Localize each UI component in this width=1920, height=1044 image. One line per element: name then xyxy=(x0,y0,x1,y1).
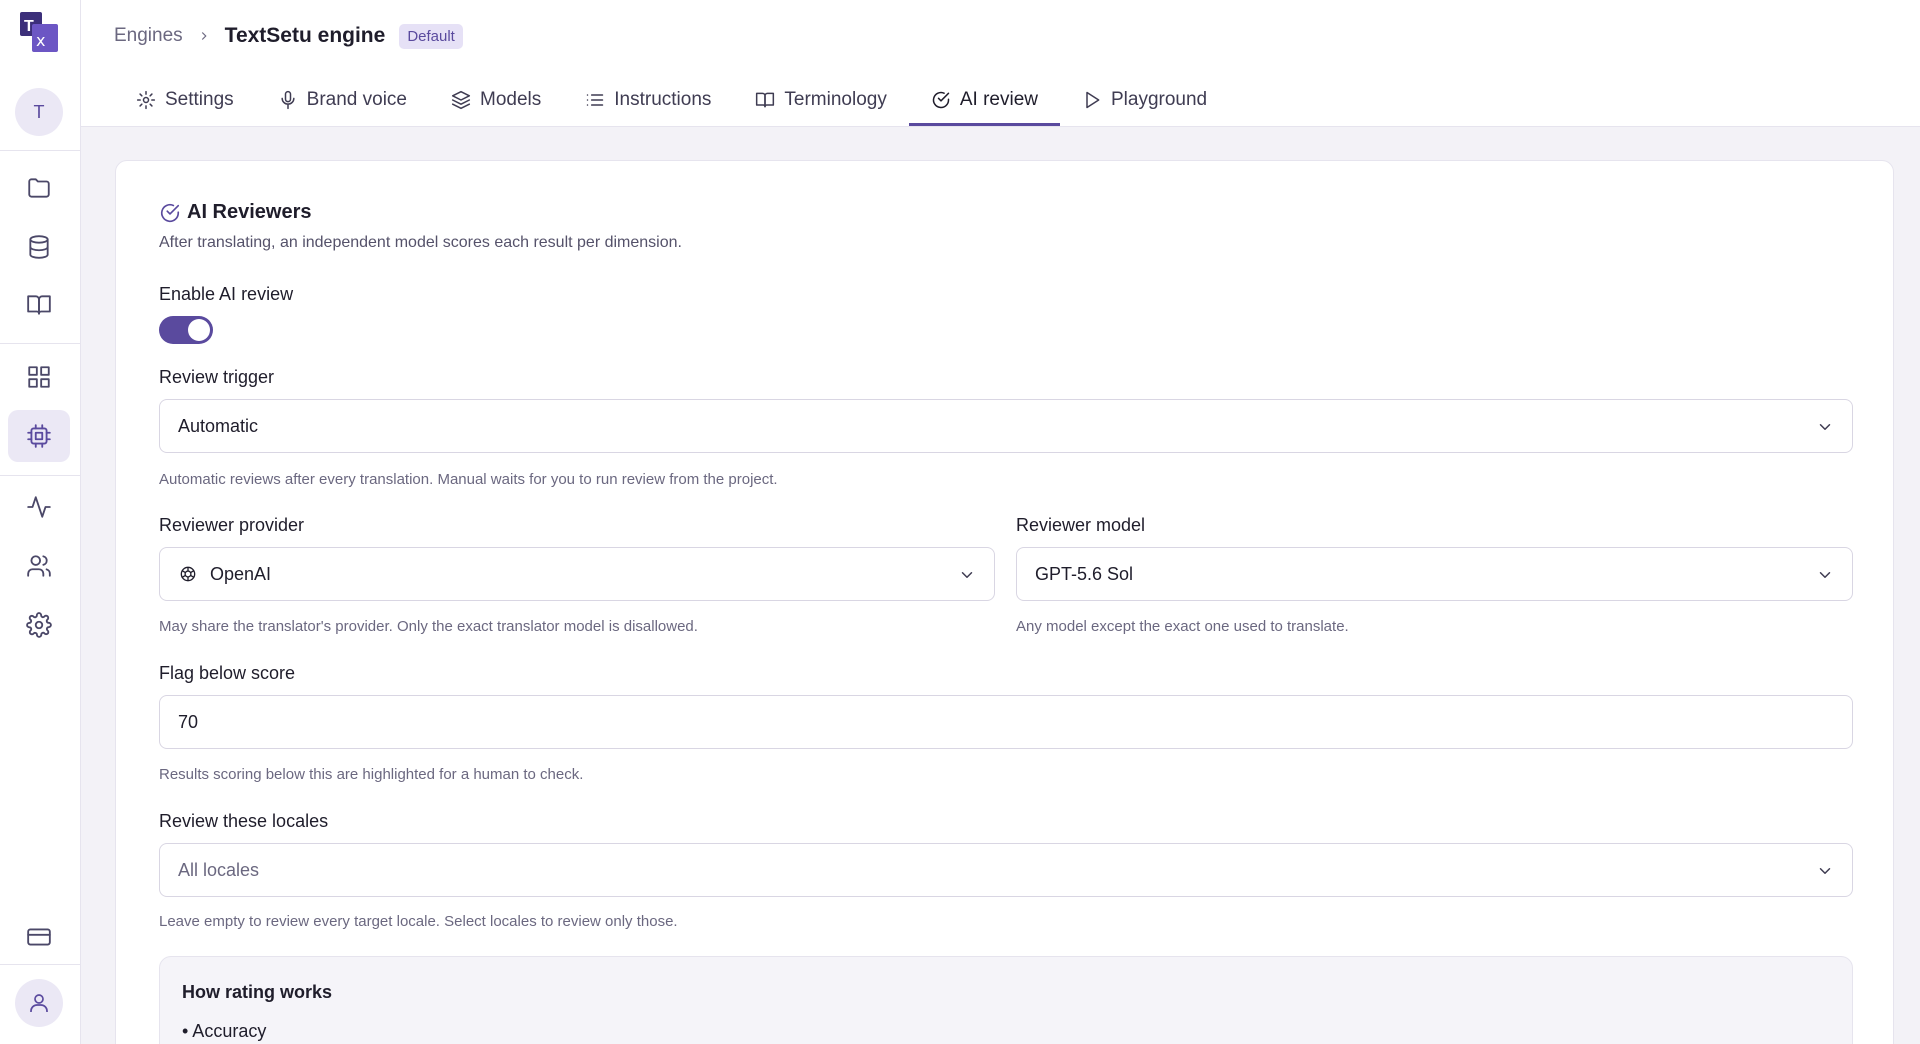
tab-playground[interactable]: Playground xyxy=(1060,76,1229,126)
sidebar-divider xyxy=(0,150,81,151)
chevron-right-icon xyxy=(201,32,207,40)
sidebar-item-database[interactable] xyxy=(8,221,70,273)
grid-icon xyxy=(28,366,50,388)
book-icon xyxy=(756,92,775,107)
sidebar-item-team[interactable] xyxy=(8,540,70,592)
tab-bar: Settings Brand voice Models Instructions… xyxy=(114,76,1229,127)
review-trigger-select[interactable]: Automatic xyxy=(159,399,1853,453)
flag-below-score-label: Flag below score xyxy=(159,663,296,683)
sidebar-divider xyxy=(0,475,81,476)
users-icon xyxy=(27,555,51,577)
tab-label: Playground xyxy=(1110,88,1208,110)
rating-dimension-item: • Accuracy xyxy=(182,1021,267,1041)
tab-label: Brand voice xyxy=(306,88,407,110)
review-locales-select[interactable]: All locales xyxy=(159,843,1853,897)
sidebar-item-engines[interactable] xyxy=(8,410,70,462)
reviewer-provider-select[interactable]: OpenAI xyxy=(159,547,995,601)
default-badge: Default xyxy=(399,23,463,49)
reviewer-model-select[interactable]: GPT-5.6 Sol xyxy=(1016,547,1853,601)
reviewer-provider-value: OpenAI xyxy=(210,563,272,584)
check-circle-icon xyxy=(160,203,180,222)
user-avatar[interactable] xyxy=(15,979,63,1027)
sidebar: T x T xyxy=(0,0,81,1044)
breadcrumb-engines-link[interactable]: Engines xyxy=(114,25,183,47)
chevron-down-icon xyxy=(1819,424,1831,430)
tab-label: Terminology xyxy=(784,88,887,110)
openai-icon xyxy=(180,566,196,582)
sidebar-item-glossary[interactable] xyxy=(8,279,70,331)
sidebar-item-settings[interactable] xyxy=(8,599,70,651)
reviewer-model-help: Any model except the exact one used to t… xyxy=(1016,618,1349,635)
sidebar-item-activity[interactable] xyxy=(8,481,70,533)
gear-icon xyxy=(26,612,52,638)
sidebar-item-projects[interactable] xyxy=(8,162,70,214)
layers-icon xyxy=(451,90,471,109)
breadcrumb: Engines TextSetu engine Default xyxy=(114,21,463,51)
review-trigger-value: Automatic xyxy=(178,415,259,436)
tab-label: Models xyxy=(480,88,542,110)
chevron-down-icon xyxy=(961,572,973,578)
ai-reviewers-card: AI Reviewers After translating, an indep… xyxy=(115,160,1894,1044)
flag-below-score-help: Results scoring below this are highlight… xyxy=(159,766,584,783)
tab-ai-review[interactable]: AI review xyxy=(908,76,1060,126)
credit-card-icon xyxy=(27,928,51,946)
enable-ai-review-label: Enable AI review xyxy=(159,284,294,304)
tab-instructions[interactable]: Instructions xyxy=(563,76,733,126)
section-header: AI Reviewers xyxy=(159,201,312,224)
sidebar-item-apps[interactable] xyxy=(8,351,70,403)
play-icon xyxy=(1086,91,1100,108)
reviewer-model-value: GPT-5.6 Sol xyxy=(1035,563,1134,584)
workspace-avatar[interactable]: T xyxy=(15,88,63,136)
user-icon xyxy=(30,994,48,1012)
tab-models[interactable]: Models xyxy=(429,76,563,126)
cpu-icon xyxy=(27,424,51,448)
microphone-icon xyxy=(281,90,295,109)
how-rating-works-title: How rating works xyxy=(182,982,333,1002)
section-title: AI Reviewers xyxy=(187,201,312,223)
page-header: Engines TextSetu engine Default Settings… xyxy=(81,0,1920,127)
reviewer-provider-label: Reviewer provider xyxy=(159,515,305,535)
flag-below-score-value: 70 xyxy=(178,711,199,732)
chevron-down-icon xyxy=(1819,868,1831,874)
review-trigger-label: Review trigger xyxy=(159,367,275,387)
folder-icon xyxy=(28,178,50,198)
app-logo[interactable]: T x xyxy=(20,12,58,52)
gear-icon xyxy=(136,90,156,109)
activity-icon xyxy=(27,496,51,518)
enable-ai-review-toggle[interactable] xyxy=(159,316,213,344)
reviewer-provider-help: May share the translator's provider. Onl… xyxy=(159,618,698,635)
tab-brand-voice[interactable]: Brand voice xyxy=(256,76,429,126)
toggle-knob xyxy=(188,319,210,341)
svg-text:x: x xyxy=(36,31,45,50)
sidebar-item-billing[interactable] xyxy=(8,911,70,963)
tab-settings[interactable]: Settings xyxy=(114,76,256,126)
database-icon xyxy=(29,235,49,259)
sidebar-divider xyxy=(0,964,81,965)
tab-label: AI review xyxy=(959,88,1038,110)
page-title: TextSetu engine xyxy=(224,24,386,47)
check-circle-icon xyxy=(932,91,950,108)
review-locales-help: Leave empty to review every target local… xyxy=(159,913,678,930)
sidebar-divider xyxy=(0,343,81,344)
tab-label: Settings xyxy=(165,88,234,110)
book-open-icon xyxy=(27,295,51,315)
chevron-down-icon xyxy=(1819,572,1831,578)
list-icon xyxy=(587,93,604,106)
tab-terminology[interactable]: Terminology xyxy=(733,76,908,126)
flag-below-score-input[interactable]: 70 xyxy=(159,695,1853,749)
svg-text:T: T xyxy=(24,18,34,35)
how-rating-works-box: How rating works • Accuracy xyxy=(159,956,1853,1044)
review-locales-label: Review these locales xyxy=(159,811,329,831)
review-trigger-help: Automatic reviews after every translatio… xyxy=(159,471,778,488)
tab-label: Instructions xyxy=(614,88,712,110)
review-locales-placeholder: All locales xyxy=(178,859,260,880)
reviewer-model-label: Reviewer model xyxy=(1016,515,1146,535)
section-subtitle: After translating, an independent model … xyxy=(159,234,682,251)
